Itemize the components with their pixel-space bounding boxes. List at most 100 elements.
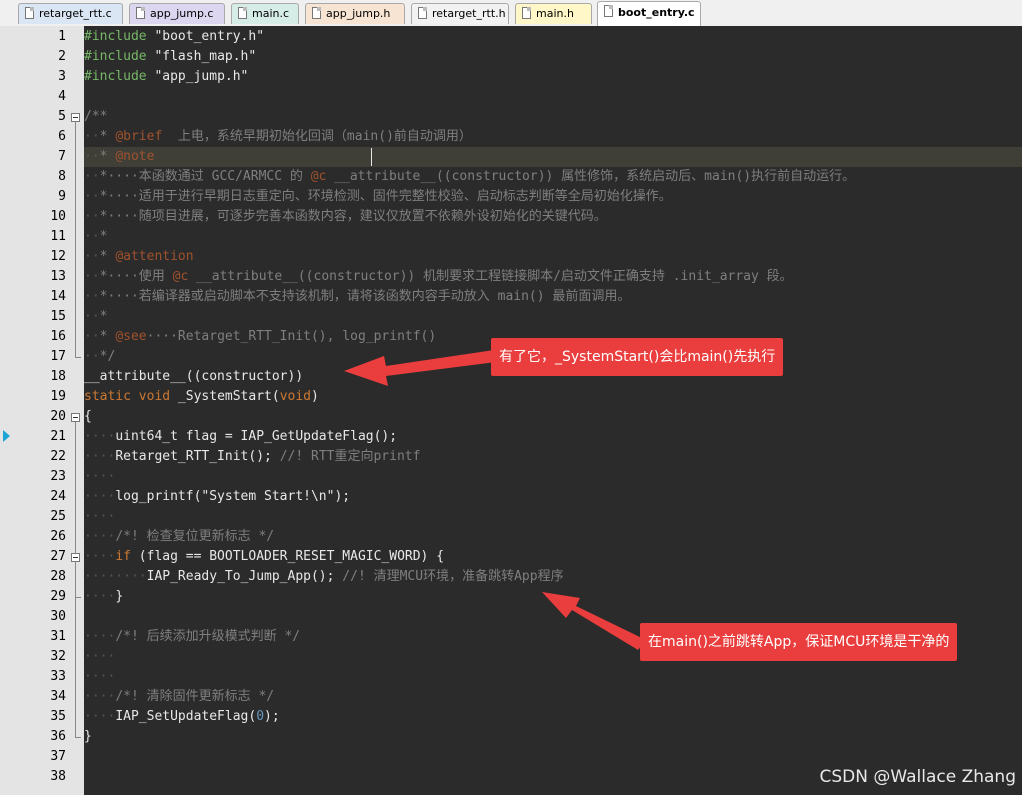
code-token: @c	[172, 269, 189, 284]
fold-toggle-icon[interactable]	[71, 113, 80, 122]
tab-app-jump-h[interactable]: app_jump.h	[305, 3, 405, 24]
code-token: __attribute__((constructor)) 属性修饰，系统启动后、…	[326, 169, 856, 184]
code-token: ··	[84, 269, 100, 284]
tab-boot-entry-c[interactable]: boot_entry.c	[597, 1, 701, 26]
code-token: _SystemStart(	[170, 389, 280, 404]
tab-label: retarget_rtt.c	[39, 7, 112, 20]
fold-toggle-icon[interactable]	[71, 553, 80, 562]
code-token: //! RTT重定向printf	[279, 449, 421, 464]
code-line: ····/*! 后续添加升级模式判断 */	[84, 627, 300, 647]
code-line: ····	[84, 647, 115, 667]
fold-toggle-icon[interactable]	[71, 413, 80, 422]
line-number: 32	[50, 649, 66, 664]
code-token: ····	[84, 709, 116, 724]
text-caret	[371, 148, 372, 166]
line-number: 3	[58, 69, 66, 84]
tab-retarget-rtt-h[interactable]: retarget_rtt.h	[411, 3, 509, 24]
code-token: "app_jump.h"	[154, 69, 249, 84]
fold-end	[75, 597, 81, 598]
line-number: 15	[50, 309, 66, 324]
code-token: "flash_map.h"	[154, 49, 257, 64]
line-number: 12	[50, 249, 66, 264]
tab-app-jump-c[interactable]: app_jump.c	[129, 3, 225, 24]
code-token: ····	[84, 529, 116, 544]
code-token: }	[115, 589, 124, 604]
code-token: ····	[84, 649, 116, 664]
code-token: Retarget_RTT_Init();	[115, 449, 280, 464]
code-token: *····适用于进行早期日志重定向、环境检测、固件完整性校验、启动标志判断等全局…	[99, 189, 672, 204]
code-token: __attribute__((constructor)) 机制要求工程链接脚本/…	[188, 269, 793, 284]
code-token: ····	[84, 669, 116, 684]
code-line: ··*····使用 @c __attribute__((constructor)…	[84, 267, 793, 287]
code-token: //! 清理MCU环境，准备跳转App程序	[342, 569, 564, 584]
fold-guide	[75, 122, 76, 357]
code-token: *····随项目进展，可逐步完善本函数内容，建议仅放置不依赖外设初始化的关键代码…	[99, 209, 607, 224]
line-number: 38	[50, 769, 66, 784]
tab-main-c[interactable]: main.c	[231, 3, 299, 24]
code-token: ····Retarget_RTT_Init(), log_printf()	[146, 329, 437, 344]
code-token: ····	[84, 489, 116, 504]
code-line: ····uint64_t flag = IAP_GetUpdateFlag();	[84, 427, 397, 447]
current-line-highlight	[84, 147, 1022, 167]
code-token: ····	[84, 689, 116, 704]
fold-end	[75, 357, 81, 358]
tab-retarget-rtt-c[interactable]: retarget_rtt.c	[18, 3, 123, 24]
code-line: ····	[84, 467, 115, 487]
code-token: ··	[84, 289, 100, 304]
tab-main-h[interactable]: main.h	[515, 3, 592, 24]
code-token: void	[138, 389, 171, 404]
line-number: 1	[58, 29, 66, 44]
code-token: log_printf("System Start!\n");	[115, 489, 351, 504]
watermark: CSDN @Wallace Zhang	[819, 767, 1017, 787]
code-line: ··*····随项目进展，可逐步完善本函数内容，建议仅放置不依赖外设初始化的关键…	[84, 207, 607, 227]
code-line: ··* @see····Retarget_RTT_Init(), log_pri…	[84, 327, 436, 347]
line-number: 19	[50, 389, 66, 404]
line-number: 6	[58, 129, 66, 144]
code-token: @attention	[115, 249, 194, 264]
code-line: ··*/	[84, 347, 115, 367]
code-token: "boot_entry.h"	[154, 29, 265, 44]
code-line: static void _SystemStart(void)	[84, 387, 319, 407]
line-number: 5	[58, 109, 66, 124]
code-token: *	[99, 329, 116, 344]
code-token: {	[84, 409, 92, 424]
code-token: @c	[310, 169, 327, 184]
code-token: ··	[84, 229, 100, 244]
code-line: #include "app_jump.h"	[84, 67, 248, 87]
code-line: __attribute__((constructor))	[84, 367, 303, 387]
code-token: *	[99, 129, 116, 144]
code-line: ····	[84, 507, 115, 527]
code-line: ··*	[84, 227, 107, 247]
code-token: ··	[84, 309, 100, 324]
tab-label: boot_entry.c	[618, 6, 695, 19]
code-token: /*! 检查复位更新标志 */	[115, 529, 275, 544]
code-line: ····log_printf("System Start!\n");	[84, 487, 350, 507]
line-number: 8	[58, 169, 66, 184]
code-token: void	[279, 389, 311, 404]
line-number: 33	[50, 669, 66, 684]
code-token: uint64_t flag = IAP_GetUpdateFlag();	[115, 429, 398, 444]
code-line: {	[84, 407, 92, 427]
code-token: ····	[84, 589, 116, 604]
code-token: ··	[84, 129, 100, 144]
code-token: )	[311, 389, 319, 404]
code-token: ····	[84, 509, 116, 524]
line-number: 18	[50, 369, 66, 384]
code-token: *	[99, 309, 108, 324]
file-icon	[312, 7, 321, 19]
tab-label: app_jump.c	[150, 7, 214, 20]
code-line: ····/*! 检查复位更新标志 */	[84, 527, 274, 547]
code-token: 上电，系统早期初始化回调（main()前自动调用）	[162, 129, 472, 144]
code-token: 0	[256, 709, 265, 724]
code-token: ··	[84, 349, 100, 364]
line-number: 22	[50, 449, 66, 464]
code-token: ··	[84, 189, 100, 204]
code-line: ····	[84, 667, 115, 687]
file-icon	[418, 7, 427, 19]
code-token: /**	[84, 109, 108, 124]
code-line: }	[84, 727, 92, 747]
code-token: ··	[84, 149, 100, 164]
file-icon	[522, 7, 531, 19]
code-token: *	[99, 249, 116, 264]
